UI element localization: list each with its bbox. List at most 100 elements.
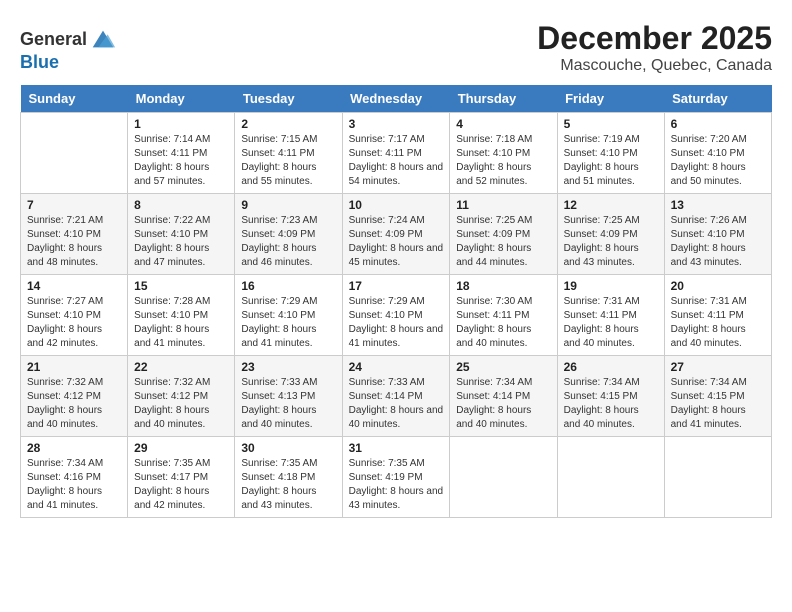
day-number: 4 bbox=[456, 117, 550, 131]
day-cell-0-1: 1 Sunrise: 7:14 AMSunset: 4:11 PMDaylight… bbox=[128, 113, 235, 194]
day-info: Sunrise: 7:21 AMSunset: 4:10 PMDaylight:… bbox=[27, 214, 121, 270]
day-info: Sunrise: 7:34 AMSunset: 4:15 PMDaylight:… bbox=[564, 376, 658, 432]
day-cell-2-4: 18Sunrise: 7:30 AMSunset: 4:11 PMDayligh… bbox=[450, 275, 557, 356]
day-number: 21 bbox=[27, 360, 121, 374]
day-info: Sunrise: 7:32 AMSunset: 4:12 PMDaylight:… bbox=[27, 376, 121, 432]
col-thursday: Thursday bbox=[450, 85, 557, 113]
day-info: Sunrise: 7:19 AMSunset: 4:10 PMDaylight:… bbox=[564, 133, 658, 189]
day-number: 9 bbox=[241, 198, 335, 212]
col-sunday: Sunday bbox=[21, 85, 128, 113]
day-cell-4-0: 28 Sunrise: 7:34 AMSunset: 4:16 PMDayligh… bbox=[21, 437, 128, 518]
day-info: Sunrise: 7:18 AMSunset: 4:10 PMDaylight:… bbox=[456, 133, 550, 189]
day-cell-2-2: 16Sunrise: 7:29 AMSunset: 4:10 PMDayligh… bbox=[235, 275, 342, 356]
day-number: 15 bbox=[134, 279, 228, 293]
month-year-title: December 2025 bbox=[537, 20, 772, 57]
title-section: December 2025 Mascouche, Quebec, Canada bbox=[537, 20, 772, 75]
day-cell-1-4: 11 Sunrise: 7:25 AMSunset: 4:09 PMDayligh… bbox=[450, 194, 557, 275]
day-cell-0-2: 2 Sunrise: 7:15 AMSunset: 4:11 PMDaylight… bbox=[235, 113, 342, 194]
day-info: Sunrise: 7:29 AMSunset: 4:10 PMDaylight:… bbox=[349, 295, 444, 351]
day-info: Sunrise: 7:34 AMSunset: 4:15 PMDaylight:… bbox=[671, 376, 765, 432]
day-cell-3-0: 21 Sunrise: 7:32 AMSunset: 4:12 PMDayligh… bbox=[21, 356, 128, 437]
day-cell-4-1: 29 Sunrise: 7:35 AMSunset: 4:17 PMDayligh… bbox=[128, 437, 235, 518]
day-cell-1-1: 8 Sunrise: 7:22 AMSunset: 4:10 PMDaylight… bbox=[128, 194, 235, 275]
day-cell-1-3: 10Sunrise: 7:24 AMSunset: 4:09 PMDayligh… bbox=[342, 194, 450, 275]
day-number: 30 bbox=[241, 441, 335, 455]
day-info: Sunrise: 7:31 AMSunset: 4:11 PMDaylight:… bbox=[671, 295, 765, 351]
day-cell-1-0: 7 Sunrise: 7:21 AMSunset: 4:10 PMDaylight… bbox=[21, 194, 128, 275]
day-info: Sunrise: 7:35 AMSunset: 4:17 PMDaylight:… bbox=[134, 457, 228, 513]
logo-icon bbox=[89, 25, 117, 53]
day-number: 24 bbox=[349, 360, 444, 374]
day-number: 17 bbox=[349, 279, 444, 293]
day-number: 25 bbox=[456, 360, 550, 374]
day-number: 14 bbox=[27, 279, 121, 293]
day-number: 7 bbox=[27, 198, 121, 212]
day-number: 11 bbox=[456, 198, 550, 212]
day-cell-3-4: 25 Sunrise: 7:34 AMSunset: 4:14 PMDayligh… bbox=[450, 356, 557, 437]
day-number: 26 bbox=[564, 360, 658, 374]
day-cell-3-3: 24 Sunrise: 7:33 AMSunset: 4:14 PMDayligh… bbox=[342, 356, 450, 437]
col-tuesday: Tuesday bbox=[235, 85, 342, 113]
day-cell-0-0 bbox=[21, 113, 128, 194]
day-cell-3-2: 23 Sunrise: 7:33 AMSunset: 4:13 PMDayligh… bbox=[235, 356, 342, 437]
header: General Blue December 2025 Mascouche, Qu… bbox=[20, 20, 772, 75]
day-cell-1-2: 9 Sunrise: 7:23 AMSunset: 4:09 PMDaylight… bbox=[235, 194, 342, 275]
day-info: Sunrise: 7:34 AMSunset: 4:14 PMDaylight:… bbox=[456, 376, 550, 432]
week-row-4: 21 Sunrise: 7:32 AMSunset: 4:12 PMDayligh… bbox=[21, 356, 772, 437]
week-row-2: 7 Sunrise: 7:21 AMSunset: 4:10 PMDaylight… bbox=[21, 194, 772, 275]
day-number: 5 bbox=[564, 117, 658, 131]
day-info: Sunrise: 7:30 AMSunset: 4:11 PMDaylight:… bbox=[456, 295, 550, 351]
day-cell-2-6: 20Sunrise: 7:31 AMSunset: 4:11 PMDayligh… bbox=[664, 275, 771, 356]
day-cell-4-2: 30 Sunrise: 7:35 AMSunset: 4:18 PMDayligh… bbox=[235, 437, 342, 518]
day-number: 28 bbox=[27, 441, 121, 455]
day-cell-0-3: 3 Sunrise: 7:17 AMSunset: 4:11 PMDaylight… bbox=[342, 113, 450, 194]
day-info: Sunrise: 7:34 AMSunset: 4:16 PMDaylight:… bbox=[27, 457, 121, 513]
logo-general-text: General bbox=[20, 30, 87, 48]
day-info: Sunrise: 7:23 AMSunset: 4:09 PMDaylight:… bbox=[241, 214, 335, 270]
col-friday: Friday bbox=[557, 85, 664, 113]
day-info: Sunrise: 7:28 AMSunset: 4:10 PMDaylight:… bbox=[134, 295, 228, 351]
day-number: 27 bbox=[671, 360, 765, 374]
day-info: Sunrise: 7:25 AMSunset: 4:09 PMDaylight:… bbox=[564, 214, 658, 270]
location-subtitle: Mascouche, Quebec, Canada bbox=[537, 57, 772, 75]
day-number: 22 bbox=[134, 360, 228, 374]
day-info: Sunrise: 7:27 AMSunset: 4:10 PMDaylight:… bbox=[27, 295, 121, 351]
week-row-3: 14 Sunrise: 7:27 AMSunset: 4:10 PMDayligh… bbox=[21, 275, 772, 356]
day-info: Sunrise: 7:20 AMSunset: 4:10 PMDaylight:… bbox=[671, 133, 765, 189]
day-number: 19 bbox=[564, 279, 658, 293]
day-info: Sunrise: 7:15 AMSunset: 4:11 PMDaylight:… bbox=[241, 133, 335, 189]
day-cell-4-5 bbox=[557, 437, 664, 518]
day-cell-0-4: 4 Sunrise: 7:18 AMSunset: 4:10 PMDaylight… bbox=[450, 113, 557, 194]
day-cell-2-5: 19Sunrise: 7:31 AMSunset: 4:11 PMDayligh… bbox=[557, 275, 664, 356]
day-info: Sunrise: 7:22 AMSunset: 4:10 PMDaylight:… bbox=[134, 214, 228, 270]
day-cell-3-1: 22 Sunrise: 7:32 AMSunset: 4:12 PMDayligh… bbox=[128, 356, 235, 437]
day-cell-4-3: 31Sunrise: 7:35 AMSunset: 4:19 PMDayligh… bbox=[342, 437, 450, 518]
day-info: Sunrise: 7:17 AMSunset: 4:11 PMDaylight:… bbox=[349, 133, 444, 189]
day-number: 3 bbox=[349, 117, 444, 131]
day-info: Sunrise: 7:25 AMSunset: 4:09 PMDaylight:… bbox=[456, 214, 550, 270]
day-cell-0-6: 6Sunrise: 7:20 AMSunset: 4:10 PMDaylight… bbox=[664, 113, 771, 194]
col-monday: Monday bbox=[128, 85, 235, 113]
day-cell-3-6: 27 Sunrise: 7:34 AMSunset: 4:15 PMDayligh… bbox=[664, 356, 771, 437]
header-row: Sunday Monday Tuesday Wednesday Thursday… bbox=[21, 85, 772, 113]
calendar-table: Sunday Monday Tuesday Wednesday Thursday… bbox=[20, 85, 772, 518]
day-cell-2-1: 15 Sunrise: 7:28 AMSunset: 4:10 PMDayligh… bbox=[128, 275, 235, 356]
day-cell-3-5: 26 Sunrise: 7:34 AMSunset: 4:15 PMDayligh… bbox=[557, 356, 664, 437]
day-info: Sunrise: 7:29 AMSunset: 4:10 PMDaylight:… bbox=[241, 295, 335, 351]
day-info: Sunrise: 7:33 AMSunset: 4:13 PMDaylight:… bbox=[241, 376, 335, 432]
day-number: 13 bbox=[671, 198, 765, 212]
day-info: Sunrise: 7:14 AMSunset: 4:11 PMDaylight:… bbox=[134, 133, 228, 189]
day-number: 2 bbox=[241, 117, 335, 131]
day-cell-1-5: 12Sunrise: 7:25 AMSunset: 4:09 PMDayligh… bbox=[557, 194, 664, 275]
day-number: 1 bbox=[134, 117, 228, 131]
day-cell-4-4 bbox=[450, 437, 557, 518]
day-info: Sunrise: 7:35 AMSunset: 4:18 PMDaylight:… bbox=[241, 457, 335, 513]
logo-blue-text: Blue bbox=[20, 53, 59, 71]
day-number: 8 bbox=[134, 198, 228, 212]
day-cell-2-0: 14 Sunrise: 7:27 AMSunset: 4:10 PMDayligh… bbox=[21, 275, 128, 356]
day-info: Sunrise: 7:33 AMSunset: 4:14 PMDaylight:… bbox=[349, 376, 444, 432]
day-info: Sunrise: 7:24 AMSunset: 4:09 PMDaylight:… bbox=[349, 214, 444, 270]
day-number: 29 bbox=[134, 441, 228, 455]
day-info: Sunrise: 7:32 AMSunset: 4:12 PMDaylight:… bbox=[134, 376, 228, 432]
day-number: 23 bbox=[241, 360, 335, 374]
